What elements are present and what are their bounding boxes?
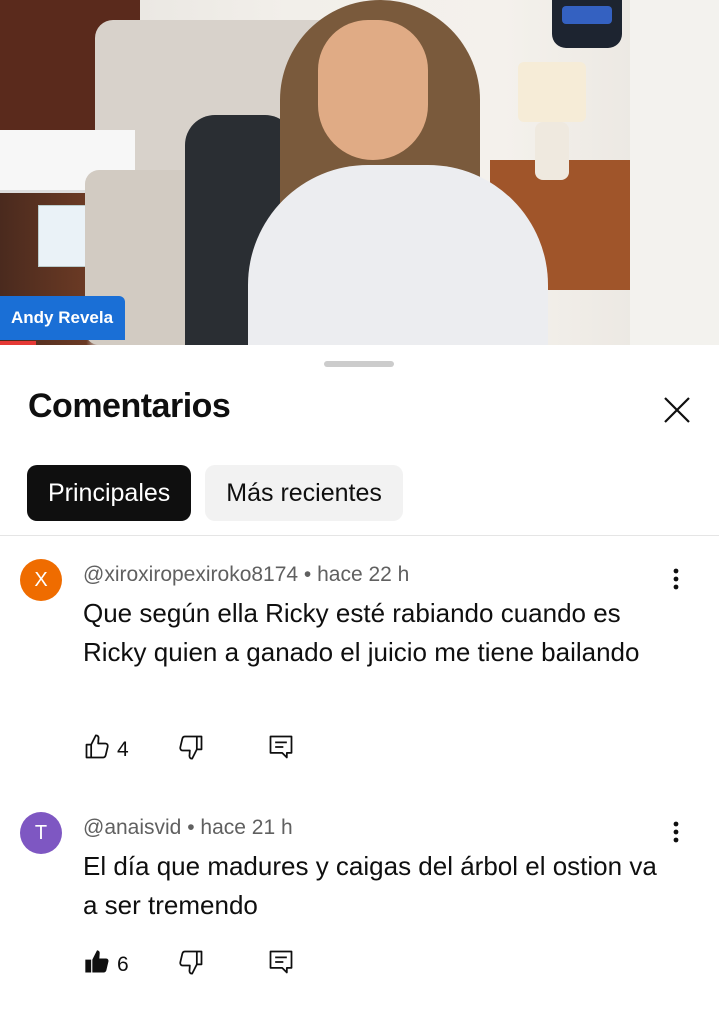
chip-mas-recientes[interactable]: Más recientes <box>205 465 403 521</box>
sheet-title: Comentarios <box>28 387 231 425</box>
comment-text: Que según ella Ricky esté rabiando cuand… <box>83 598 640 667</box>
like-count: 4 <box>117 737 129 761</box>
drag-handle[interactable] <box>324 361 394 367</box>
comment-actions: 6 <box>83 948 295 981</box>
sort-chips: Principales Más recientes <box>27 465 403 521</box>
chip-principales[interactable]: Principales <box>27 465 192 521</box>
comment-meta: @xiroxiropexiroko8174 • hace 22 h <box>83 563 410 586</box>
thumbs-down-icon <box>177 948 205 981</box>
avatar[interactable]: X <box>20 559 62 601</box>
video-scene-person-face <box>318 20 428 160</box>
video-scene-lamp <box>518 62 586 122</box>
video-scene-lamp-base <box>535 122 569 180</box>
reply-icon <box>267 733 295 766</box>
like-button[interactable]: 6 <box>83 948 129 981</box>
thumbs-up-icon <box>83 733 111 766</box>
comments-sheet: Comentarios Principales Más recientes X … <box>0 345 719 1009</box>
comment-meta: @anaisvid • hace 21 h <box>83 816 293 839</box>
video-player[interactable]: Andy Revela <box>0 0 719 345</box>
divider <box>0 535 719 536</box>
like-count: 6 <box>117 952 129 976</box>
thumbs-up-filled-icon <box>83 948 111 981</box>
comment-text: El día que madures y caigas del árbol el… <box>83 851 657 920</box>
reply-button[interactable] <box>267 733 295 766</box>
video-scene-wall <box>630 0 719 345</box>
reply-button[interactable] <box>267 948 295 981</box>
dislike-button[interactable] <box>177 948 205 981</box>
more-options-icon[interactable] <box>664 818 688 848</box>
dislike-button[interactable] <box>177 733 205 766</box>
channel-badge[interactable]: Andy Revela <box>0 296 126 340</box>
thumbs-down-icon <box>177 733 205 766</box>
video-scene-person-body <box>248 165 548 345</box>
close-icon[interactable] <box>660 393 694 427</box>
video-scene-speaker <box>552 0 622 48</box>
reply-icon <box>267 948 295 981</box>
avatar[interactable]: T <box>20 812 62 854</box>
like-button[interactable]: 4 <box>83 733 129 766</box>
comment-actions: 4 <box>83 733 295 766</box>
more-options-icon[interactable] <box>664 565 688 595</box>
